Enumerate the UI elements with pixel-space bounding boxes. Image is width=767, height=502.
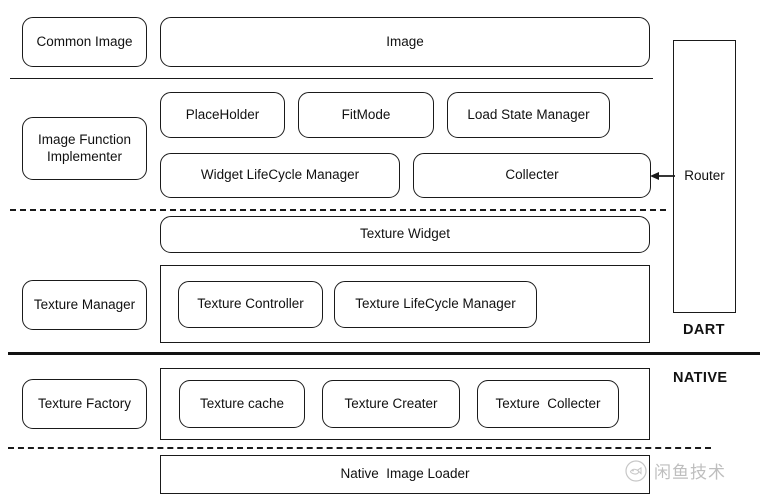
- node-image[interactable]: Image: [160, 17, 650, 67]
- node-texture-collecter[interactable]: Texture Collecter: [477, 380, 619, 428]
- divider-dashed-lower: [8, 447, 711, 449]
- divider-dart-native: [8, 352, 760, 355]
- node-texture-widget[interactable]: Texture Widget: [160, 216, 650, 253]
- node-common-image[interactable]: Common Image: [22, 17, 147, 67]
- architecture-diagram: Common Image Image Image Function Implem…: [0, 0, 767, 502]
- divider-below-common-image: [10, 78, 653, 79]
- divider-dashed-upper: [10, 209, 666, 211]
- node-texture-lifecycle-manager[interactable]: Texture LifeCycle Manager: [334, 281, 537, 328]
- node-texture-factory[interactable]: Texture Factory: [22, 379, 147, 429]
- label-dart-layer: DART: [683, 322, 725, 338]
- node-collecter[interactable]: Collecter: [413, 153, 651, 198]
- node-texture-cache[interactable]: Texture cache: [179, 380, 305, 428]
- node-image-function-implementer[interactable]: Image Function Implementer: [22, 117, 147, 180]
- watermark-text: 闲鱼技术: [654, 463, 726, 483]
- node-widget-lifecycle-manager[interactable]: Widget LifeCycle Manager: [160, 153, 400, 198]
- node-texture-creater[interactable]: Texture Creater: [322, 380, 460, 428]
- node-load-state-manager[interactable]: Load State Manager: [447, 92, 610, 138]
- node-placeholder[interactable]: PlaceHolder: [160, 92, 285, 138]
- node-native-image-loader[interactable]: Native Image Loader: [160, 455, 650, 494]
- node-texture-manager[interactable]: Texture Manager: [22, 280, 147, 330]
- node-texture-controller[interactable]: Texture Controller: [178, 281, 323, 328]
- node-router[interactable]: Router: [673, 40, 736, 313]
- label-native-layer: NATIVE: [673, 370, 728, 386]
- node-fitmode[interactable]: FitMode: [298, 92, 434, 138]
- arrow-router-to-collecter: [648, 168, 676, 184]
